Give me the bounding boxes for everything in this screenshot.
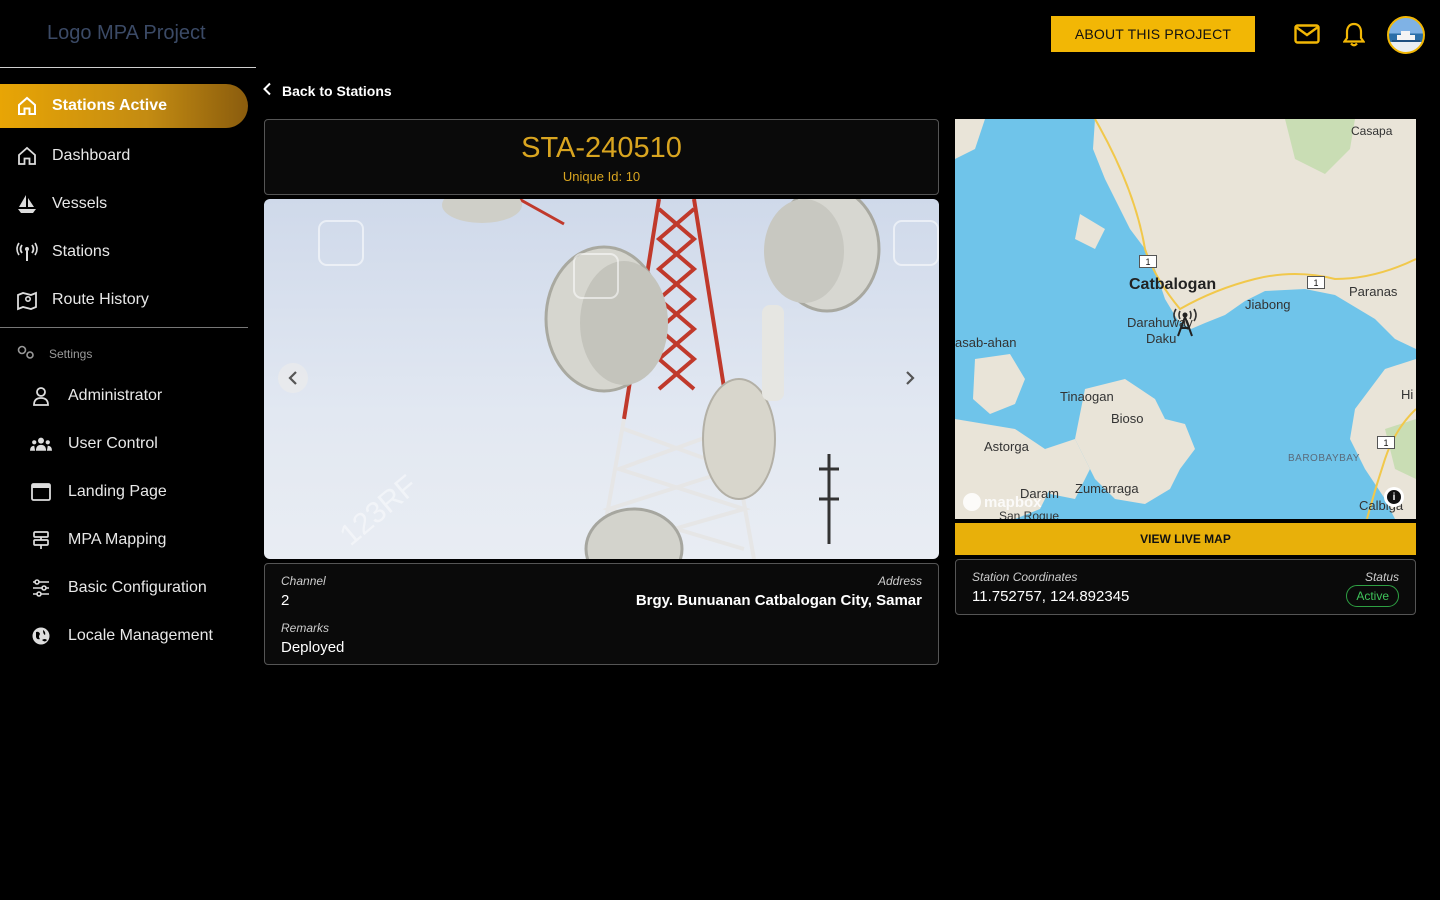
channel-value: 2 (281, 592, 290, 609)
address-value: Brgy. Bunuanan Catbalogan City, Samar (635, 592, 922, 609)
coordinates-value: 11.752757, 124.892345 (972, 588, 1130, 605)
sailboat-icon (16, 193, 38, 215)
map-label: Hi (1401, 387, 1414, 402)
home-outline-icon (16, 145, 38, 167)
home-icon (16, 95, 38, 117)
back-to-stations-link[interactable]: Back to Stations (262, 82, 392, 99)
mapbox-logo-icon (963, 493, 981, 511)
sidebar-item-administrator[interactable]: Administrator (30, 376, 250, 416)
carousel-next-button[interactable] (895, 363, 925, 393)
users-icon (30, 433, 52, 455)
map-label: Casapa (1351, 124, 1393, 138)
map-label: Tinaogan (1060, 389, 1114, 404)
station-coordinates-card: Station Coordinates 11.752757, 124.89234… (955, 559, 1416, 615)
chevron-right-icon (906, 371, 915, 385)
sidebar-divider (0, 327, 248, 328)
status-badge: Active (1346, 585, 1399, 607)
logo-divider (0, 67, 256, 68)
map-pin-icon (16, 289, 38, 311)
sidebar-item-label: Basic Configuration (68, 579, 207, 596)
station-details-card: Channel 2 Address Brgy. Bunuanan Catbalo… (264, 563, 939, 665)
remarks-value: Deployed (281, 639, 345, 656)
station-map[interactable]: 1 1 1 Casapa Catbalogan Jiabong Paranas … (955, 119, 1416, 519)
map-info-icon[interactable]: i (1384, 487, 1404, 507)
map-label: Zumarraga (1075, 481, 1139, 496)
sidebar-item-user-control[interactable]: User Control (30, 424, 250, 464)
sidebar-item-label: Dashboard (52, 147, 131, 164)
antenna-icon (16, 241, 38, 263)
user-avatar[interactable] (1387, 16, 1425, 54)
sidebar-item-label: Locale Management (68, 627, 213, 644)
mail-icon[interactable] (1293, 20, 1321, 48)
channel-caption: Channel (281, 574, 326, 588)
sliders-icon (30, 577, 52, 599)
sidebar-item-stations-active[interactable]: Stations Active (0, 84, 248, 128)
app-logo: Logo MPA Project (47, 22, 206, 44)
mapbox-attribution: mapbox (963, 493, 1042, 511)
settings-gears-icon (16, 343, 36, 364)
sidebar-item-dashboard[interactable]: Dashboard (0, 136, 248, 176)
road-marker: 1 (1307, 276, 1325, 289)
map-label: Astorga (984, 439, 1029, 454)
about-project-button[interactable]: ABOUT THIS PROJECT (1051, 16, 1255, 52)
chevron-left-icon (262, 82, 272, 99)
sidebar-item-label: Route History (52, 291, 149, 308)
map-label: Bioso (1111, 411, 1144, 426)
sidebar-item-label: User Control (68, 435, 158, 452)
sidebar-item-label: Administrator (68, 387, 163, 404)
sidebar-item-label: Stations Active (52, 97, 167, 114)
coordinates-caption: Station Coordinates (972, 570, 1078, 584)
map-label: asab-ahan (955, 335, 1017, 350)
user-icon (30, 385, 52, 407)
station-unique-id: Unique Id: 10 (562, 169, 641, 184)
carousel-prev-button[interactable] (278, 363, 308, 393)
chevron-left-icon (288, 371, 297, 385)
station-title-card: STA-240510 Unique Id: 10 (264, 119, 939, 195)
sidebar-item-mpa-mapping[interactable]: MPA Mapping (30, 520, 250, 560)
sidebar-item-route-history[interactable]: Route History (0, 280, 248, 320)
sidebar-item-stations[interactable]: Stations (0, 232, 248, 272)
settings-heading: Settings (16, 343, 92, 364)
map-label: Catbalogan (1129, 276, 1217, 293)
view-live-map-button[interactable]: VIEW LIVE MAP (955, 523, 1416, 555)
road-marker: 1 (1139, 255, 1157, 268)
status-caption: Status (1364, 570, 1399, 584)
station-code: STA-240510 (521, 132, 682, 164)
sidebar-item-label: Stations (52, 243, 110, 260)
address-caption: Address (877, 574, 922, 588)
map-label: BAROBAYBAY (1288, 453, 1360, 464)
station-image-carousel[interactable]: 123RF (264, 199, 939, 559)
bell-icon[interactable] (1340, 20, 1368, 48)
map-label: Paranas (1349, 284, 1398, 299)
sidebar-item-label: Landing Page (68, 483, 167, 500)
globe-icon (30, 625, 52, 647)
sidebar-item-locale-management[interactable]: Locale Management (30, 616, 250, 656)
browser-window-icon (30, 481, 52, 503)
sidebar-item-landing-page[interactable]: Landing Page (30, 472, 250, 512)
road-marker: 1 (1377, 436, 1395, 449)
sidebar-item-vessels[interactable]: Vessels (0, 184, 248, 224)
remarks-caption: Remarks (281, 621, 330, 635)
sidebar-item-basic-configuration[interactable]: Basic Configuration (30, 568, 250, 608)
signpost-icon (30, 529, 52, 551)
map-label: Jiabong (1245, 297, 1291, 312)
station-antenna-marker[interactable] (1172, 303, 1198, 337)
sidebar-item-label: Vessels (52, 195, 108, 212)
sidebar-item-label: MPA Mapping (68, 531, 167, 548)
